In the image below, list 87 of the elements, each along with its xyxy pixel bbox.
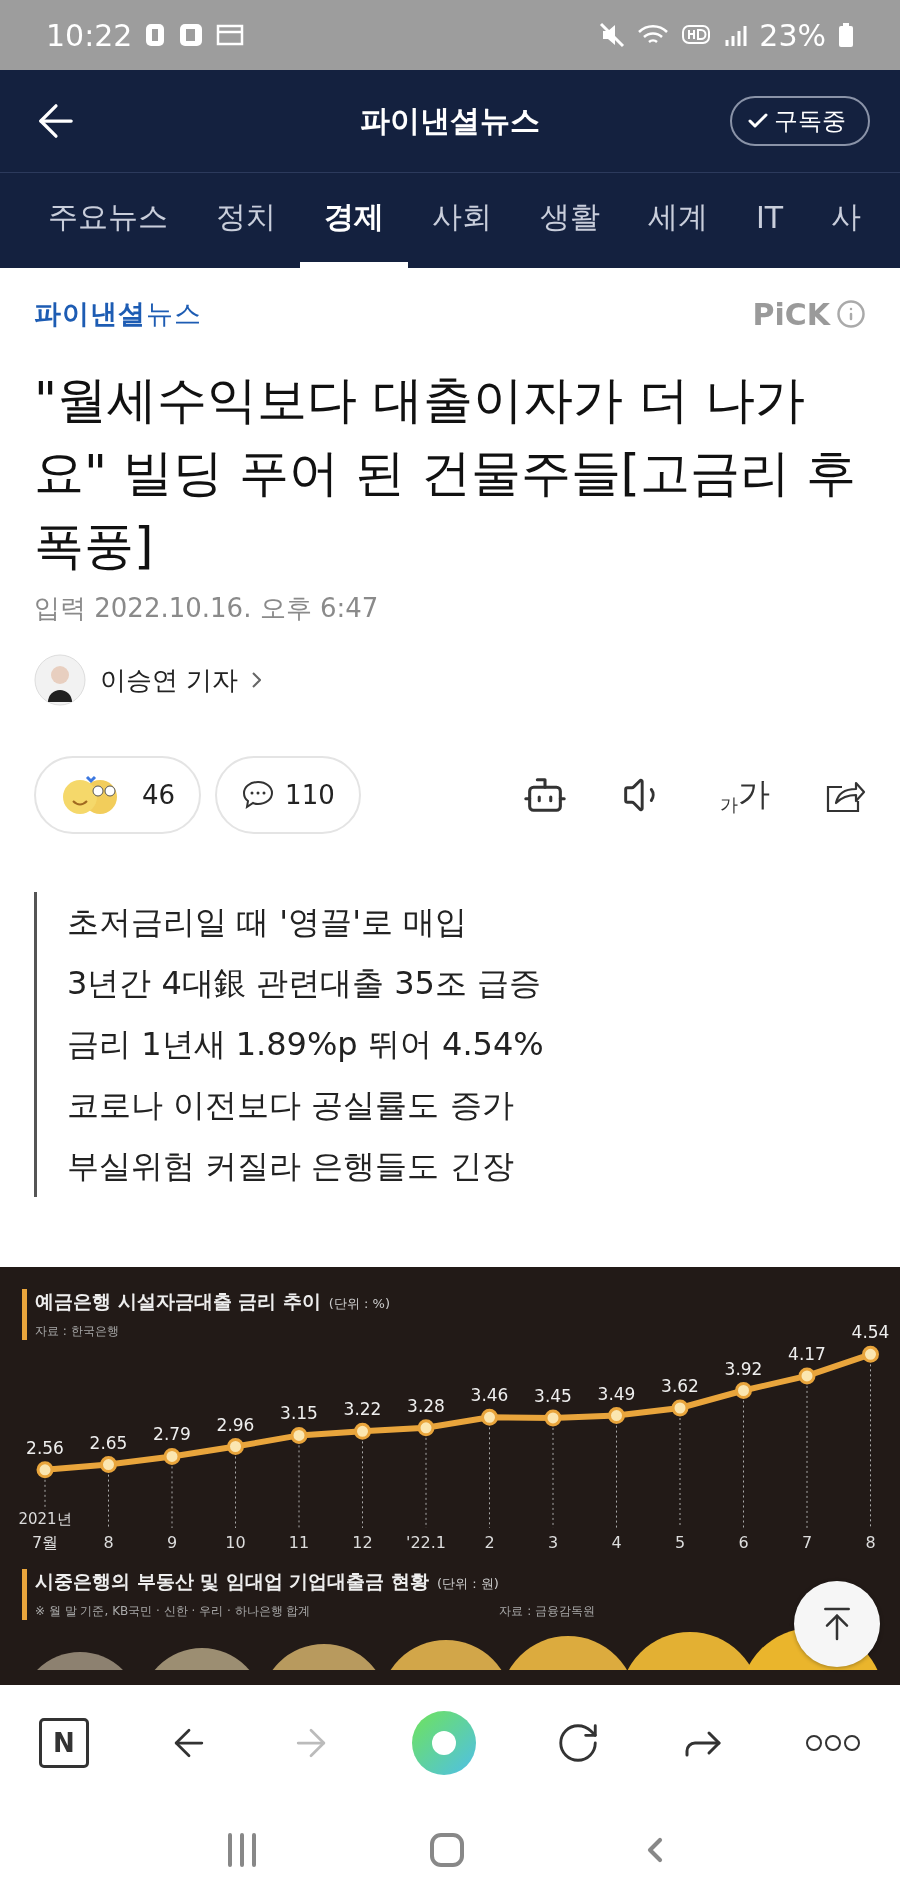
- reaction-button[interactable]: 46: [34, 756, 202, 834]
- note-text: ※ 월 말 기준, KB국민 · 신한 · 우리 · 하나은행 합계: [35, 1603, 311, 1620]
- publish-date: 입력 2022.10.16. 오후 6:47: [34, 592, 380, 625]
- app-icon: [144, 22, 167, 48]
- home-icon[interactable]: [429, 1832, 465, 1868]
- more-icon[interactable]: [805, 1733, 861, 1752]
- category-tab[interactable]: 주요뉴스: [48, 173, 192, 268]
- author-avatar: [34, 654, 86, 706]
- category-tab[interactable]: 경제: [300, 173, 408, 268]
- summary-line: 부실위험 커질라 은행들도 긴장: [67, 1146, 515, 1187]
- value-label: 3.46: [470, 1385, 509, 1406]
- axis-label: 11: [288, 1533, 310, 1552]
- clock-time: 10:22: [46, 17, 133, 53]
- app-icon: [178, 22, 205, 48]
- chevron-right-icon: [252, 672, 262, 688]
- summary-line: 코로나 이전보다 공실률도 증가: [67, 1085, 515, 1126]
- category-tab[interactable]: 사: [807, 173, 886, 268]
- axis-label: 10: [225, 1533, 246, 1552]
- data-point: [608, 1407, 625, 1425]
- article-title: "월세수익보다 대출이자가 더 나가요" 빌딩 푸어 된 건물주들[고금리 후폭풍]: [34, 370, 857, 577]
- value-label: 3.92: [724, 1358, 763, 1379]
- value-label: 3.28: [407, 1395, 445, 1416]
- category-tab[interactable]: 생활: [516, 173, 624, 268]
- data-point: [100, 1456, 117, 1474]
- category-tab[interactable]: IT: [732, 173, 808, 268]
- data-point: [544, 1409, 562, 1427]
- data-point: [417, 1419, 435, 1437]
- axis-label: 9: [166, 1533, 178, 1552]
- data-point: [354, 1422, 371, 1440]
- axis-label: 12: [352, 1533, 373, 1552]
- data-point: [798, 1367, 816, 1385]
- value-label: 4.17: [788, 1343, 826, 1364]
- speech-bubble-icon: [241, 779, 276, 811]
- axis-label: 3: [547, 1533, 559, 1552]
- value-label: 3.49: [597, 1383, 636, 1404]
- home-button[interactable]: N: [39, 1717, 89, 1768]
- year-label: 2021년: [18, 1510, 72, 1528]
- value-label: 2.56: [26, 1437, 64, 1458]
- hd-icon: [681, 23, 712, 47]
- data-point: [227, 1438, 244, 1455]
- mute-icon: [599, 22, 626, 48]
- card-icon: [216, 24, 245, 46]
- chart-title: 시중은행의 부동산 및 임대업 기업대출금 현황: [35, 1569, 430, 1594]
- source-label: 자료 : 한국은행: [35, 1323, 119, 1340]
- subscribe-button[interactable]: 구독중: [730, 96, 870, 146]
- axis-label: 7월: [31, 1533, 59, 1552]
- data-point: [290, 1426, 308, 1444]
- data-point: [735, 1382, 752, 1399]
- author-name[interactable]: 이승연 기자: [100, 662, 239, 698]
- summary-line: 3년간 4대銀 관련대출 35조 급증: [67, 963, 543, 1004]
- category-tab[interactable]: 정치: [192, 173, 300, 268]
- chart-title: 예금은행 시설자금대출 금리 추이: [35, 1289, 321, 1314]
- battery-icon: [838, 22, 854, 48]
- source-label: 자료 : 금융감독원: [499, 1603, 595, 1620]
- unit-label: (단위 : 원): [437, 1575, 499, 1593]
- value-label: 3.45: [534, 1385, 572, 1406]
- summary-line: 금리 1년새 1.89%p 뛰어 4.54%: [67, 1024, 545, 1065]
- value-label: 2.96: [216, 1414, 255, 1435]
- axis-label: 4: [611, 1533, 622, 1552]
- data-point: [163, 1447, 181, 1465]
- value-label: 2.65: [89, 1432, 128, 1453]
- axis-label: 7: [801, 1533, 813, 1552]
- category-tab[interactable]: 사회: [408, 173, 516, 268]
- unit-label: (단위 : %): [328, 1295, 390, 1313]
- data-point: [862, 1345, 879, 1363]
- value-label: 4.54: [851, 1322, 890, 1343]
- category-tab[interactable]: 세계: [624, 173, 732, 268]
- value-label: 2.79: [153, 1424, 191, 1445]
- axis-label: 5: [674, 1533, 686, 1552]
- data-point: [481, 1408, 498, 1426]
- pick-label: PiCK: [752, 296, 830, 332]
- axis-label: 2: [484, 1533, 495, 1552]
- data-point: [36, 1461, 54, 1479]
- summary-line: 초저금리일 때 '영끌'로 매입: [67, 902, 469, 943]
- value-label: 3.22: [343, 1399, 382, 1420]
- axis-label: '22.1: [406, 1533, 446, 1552]
- axis-label: 8: [865, 1533, 876, 1552]
- comment-button[interactable]: 110: [215, 756, 361, 834]
- recent-apps-icon[interactable]: [225, 1833, 259, 1867]
- axis-label: 8: [103, 1533, 114, 1552]
- data-point: [671, 1399, 689, 1417]
- battery-percent: 23%: [759, 17, 826, 53]
- value-label: 3.15: [280, 1403, 318, 1424]
- press-logo[interactable]: 파이낸셜뉴스: [34, 296, 202, 332]
- page-title: 파이낸셜뉴스: [359, 101, 541, 140]
- value-label: 3.62: [661, 1376, 699, 1396]
- axis-label: 6: [738, 1533, 749, 1552]
